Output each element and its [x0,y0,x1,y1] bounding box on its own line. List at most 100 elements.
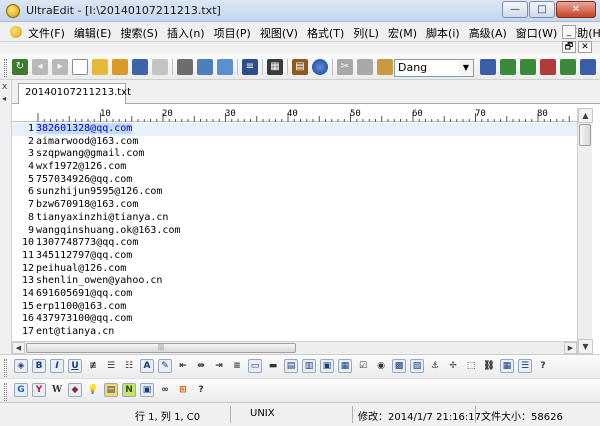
ordered-list-icon[interactable]: ☷ [122,359,136,373]
find-previous-icon[interactable] [520,59,536,75]
mdi-minimize-button[interactable]: _ [562,25,576,39]
editor-line[interactable]: 1 382601328@qq.com [12,123,577,136]
editor-line[interactable]: 13 shenlin_owen@yahoo.cn [12,275,577,288]
line-text[interactable]: 382601328@qq.com [36,123,133,134]
menu-window[interactable]: 窗口(W) [516,25,557,41]
chevron-left-icon[interactable]: ◂ [2,94,6,103]
heading-icon[interactable]: ≢ [86,359,100,373]
yahoo-search-icon[interactable]: Y [32,383,46,397]
cut-icon[interactable]: ✂ [337,59,353,75]
line-text[interactable]: shenlin_owen@yahoo.cn [36,275,162,286]
print-icon[interactable] [177,59,193,75]
line-text[interactable]: 1307748773@qq.com [36,237,138,248]
hex-mode-icon[interactable]: ▦ [267,59,283,75]
select-icon[interactable]: ▦ [338,359,352,373]
textarea-icon[interactable]: ▥ [302,359,316,373]
menu-view[interactable]: 视图(V) [260,25,298,41]
line-text[interactable]: szqpwang@gmail.com [36,148,144,159]
menu-project[interactable]: 项目(P) [214,25,251,41]
wikipedia-search-icon[interactable]: W [50,383,64,397]
line-text[interactable]: aimarwood@163.com [36,136,138,147]
paste-icon[interactable] [377,59,393,75]
line-text[interactable]: 757034926@qq.com [36,174,132,185]
anchor-icon[interactable]: ⚓ [428,359,442,373]
help-icon[interactable]: ? [536,359,550,373]
text-input-icon[interactable]: ▤ [284,359,298,373]
underline-icon[interactable]: U [68,359,82,373]
scroll-up-icon[interactable]: ▲ [578,108,593,123]
mdi-restore-button[interactable]: 🗗 [562,41,576,53]
editor-line[interactable]: 16 437973100@qq.com [12,313,577,326]
menu-search[interactable]: 搜索(S) [120,25,158,41]
idea-search-icon[interactable]: 💡 [86,383,100,397]
line-text[interactable]: wxf1972@126.com [36,161,126,172]
line-text[interactable]: tianyaxinzhi@tianya.cn [36,212,168,223]
checkbox-icon[interactable]: ☑ [356,359,370,373]
browser-icon[interactable] [312,59,328,75]
close-icon[interactable]: x [2,82,7,92]
goto-line-icon[interactable] [580,59,596,75]
editor-line[interactable]: 9 wangqinshuang.ok@163.com [12,225,577,238]
line-text[interactable]: wangqinshuang.ok@163.com [36,225,181,236]
menu-column[interactable]: 列(L) [353,25,379,41]
find-next-icon[interactable] [500,59,516,75]
word-wrap-icon[interactable]: ≡ [242,59,258,75]
mdi-close-button[interactable]: ✕ [578,41,592,53]
column-mode-icon[interactable]: ▤ [292,59,308,75]
text-editor[interactable]: 1 382601328@qq.com 2 aimarwood@163.com 3 sz… [12,123,577,341]
chevron-down-icon[interactable]: ▼ [459,60,473,76]
align-center-icon[interactable]: ⇹ [194,359,208,373]
google-search-icon[interactable]: G [14,383,28,397]
special-char-icon[interactable]: ✢ [446,359,460,373]
horizontal-scroll-thumb[interactable]: ||| [26,343,296,353]
editor-line[interactable]: 7 bzw670918@163.com [12,199,577,212]
find-in-files-icon[interactable] [560,59,576,75]
line-text[interactable]: erp1100@163.com [36,301,126,312]
align-right-icon[interactable]: ⇥ [212,359,226,373]
line-ending-type[interactable]: UNIX [250,408,275,419]
radio-icon[interactable]: ◉ [374,359,388,373]
editor-line[interactable]: 3 szqpwang@gmail.com [12,148,577,161]
line-text[interactable]: bzw670918@163.com [36,199,138,210]
line-text[interactable]: 345112797@qq.com [36,250,132,261]
ultraedit-app-icon[interactable] [6,4,20,18]
menu-file[interactable]: 文件(F) [28,25,65,41]
editor-line[interactable]: 5 757034926@qq.com [12,174,577,187]
editor-line[interactable]: 2 aimarwood@163.com [12,136,577,149]
scroll-down-icon[interactable]: ▼ [578,339,593,354]
code-search-icon[interactable]: ∞ [158,383,172,397]
print-setup-icon[interactable] [217,59,233,75]
align-left-icon[interactable]: ⇤ [176,359,190,373]
editor-line[interactable]: 14 691605691@qq.com [12,288,577,301]
file-tab[interactable]: 20140107211213.txt [18,83,131,104]
close-file-icon[interactable] [152,59,168,75]
line-text[interactable]: 691605691@qq.com [36,288,132,299]
menu-format[interactable]: 格式(T) [307,25,344,41]
forward-icon[interactable]: ▸ [52,59,68,75]
unordered-list-icon[interactable]: ☰ [104,359,118,373]
maximize-button[interactable]: □ [529,1,555,18]
vertical-scrollbar[interactable]: ▲ ▼ [577,108,593,354]
table-icon[interactable]: ▭ [248,359,262,373]
html-list-icon[interactable]: ☰ [518,359,532,373]
scroll-left-icon[interactable]: ◀ [12,342,25,354]
refresh-icon[interactable]: ↻ [12,59,28,75]
find-icon[interactable] [480,59,496,75]
minimize-button[interactable]: — [502,1,528,18]
horizontal-rule-icon[interactable]: ▬ [266,359,280,373]
toolbar-grip[interactable] [4,383,7,401]
line-text[interactable]: sunzhijun9595@126.com [36,186,162,197]
save-icon[interactable] [132,59,148,75]
line-text[interactable]: peihual@126.com [36,263,126,274]
toolbar-grip[interactable] [4,59,7,77]
line-text[interactable]: ent@tianya.cn [36,326,114,337]
editor-line[interactable]: 8 tianyaxinzhi@tianya.cn [12,212,577,225]
editor-line[interactable]: 6 sunzhijun9595@126.com [12,186,577,199]
n-search-icon[interactable]: N [122,383,136,397]
menu-insert[interactable]: 插入(n) [167,25,205,41]
vertical-scroll-thumb[interactable] [579,124,591,146]
close-button[interactable]: ✕ [556,1,596,18]
color-icon[interactable]: ✎ [158,359,172,373]
menu-advanced[interactable]: 高级(A) [469,25,507,41]
clipboard-combo[interactable]: Dang ▼ [394,59,474,77]
